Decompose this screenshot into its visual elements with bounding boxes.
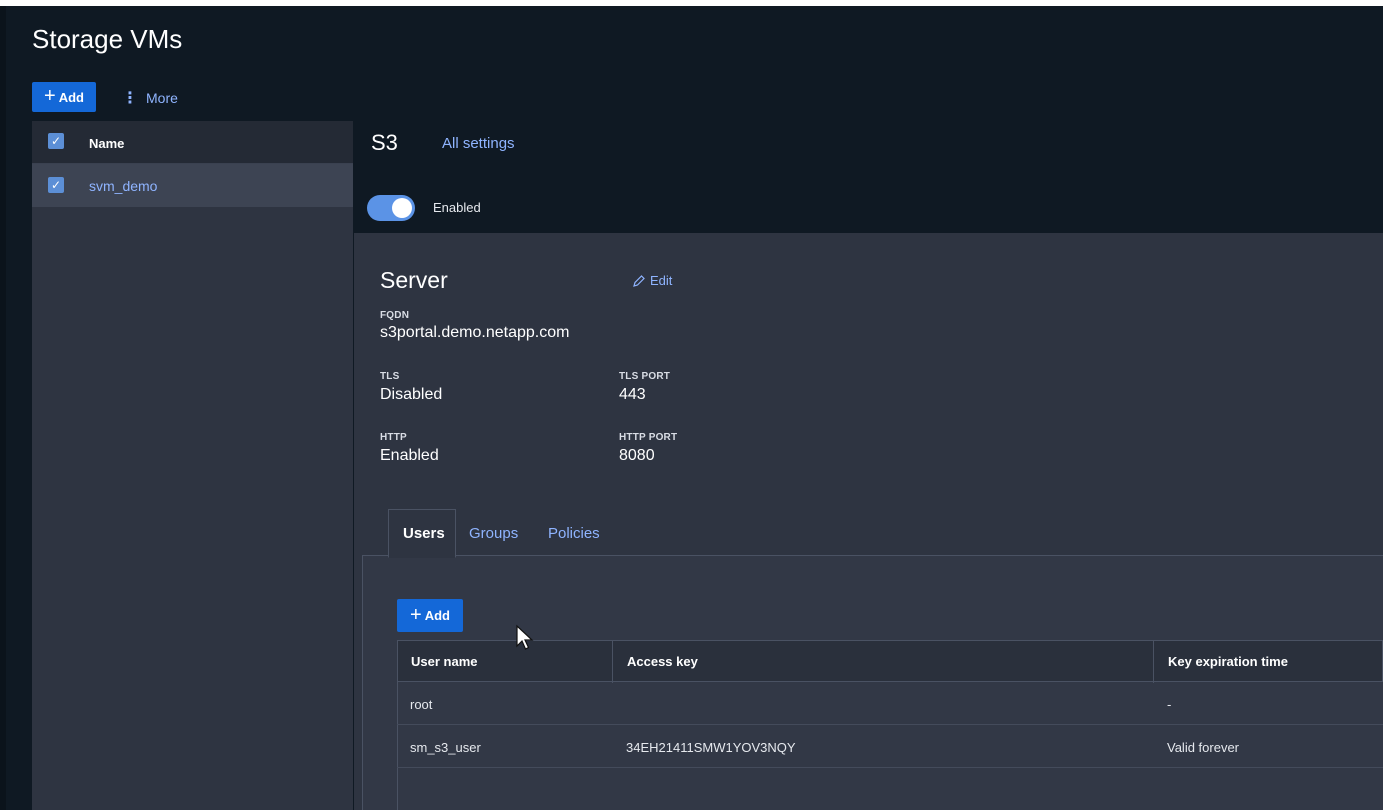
page-title: Storage VMs — [32, 24, 183, 54]
column-header-access-key[interactable]: Access key — [627, 654, 698, 669]
cell-user-name: sm_s3_user — [410, 740, 481, 755]
add-user-label: Add — [424, 608, 450, 623]
pencil-icon — [633, 274, 645, 287]
more-label: More — [146, 90, 178, 106]
more-vertical-icon: ⋮ — [122, 90, 138, 107]
cell-key-expiration: Valid forever — [1167, 740, 1240, 755]
table-header: User name Access key Key expiration time — [397, 640, 1383, 683]
table-row[interactable]: sm_s3_user 34EH21411SMW1YOV3NQY Valid fo… — [397, 725, 1383, 768]
edit-label: Edit — [650, 273, 673, 288]
list-item[interactable]: ✓ svm_demo — [32, 164, 353, 207]
http-label: HTTP — [380, 432, 407, 443]
server-title: Server — [380, 267, 448, 293]
tab-policies[interactable]: Policies — [548, 525, 600, 542]
row-checkbox[interactable]: ✓ — [48, 177, 64, 193]
http-port-value: 8080 — [619, 447, 655, 464]
column-header-user-name[interactable]: User name — [411, 654, 477, 669]
fqdn-label: FQDN — [380, 310, 410, 321]
column-divider — [1153, 641, 1154, 683]
svm-list-panel: ✓ Name ✓ svm_demo — [32, 121, 353, 810]
cell-user-name: root — [410, 697, 433, 712]
column-header-key-expiration[interactable]: Key expiration time — [1168, 654, 1288, 669]
column-divider — [612, 641, 613, 683]
s3-enabled-toggle[interactable] — [367, 195, 415, 221]
users-table: User name Access key Key expiration time… — [397, 640, 1383, 810]
list-header: ✓ Name — [32, 121, 353, 164]
select-all-checkbox[interactable]: ✓ — [48, 133, 64, 149]
add-label: Add — [58, 89, 84, 105]
fqdn-value: s3portal.demo.netapp.com — [380, 324, 570, 341]
more-button[interactable]: ⋮ More — [122, 88, 178, 108]
tabs-divider — [362, 555, 1383, 556]
tls-label: TLS — [380, 371, 400, 382]
cell-access-key: 34EH21411SMW1YOV3NQY — [626, 740, 796, 755]
add-user-button[interactable]: + Add — [397, 599, 463, 632]
top-border — [0, 0, 1383, 6]
plus-icon: + — [44, 85, 56, 107]
name-column-header[interactable]: Name — [89, 136, 124, 151]
mouse-pointer-icon — [516, 624, 534, 650]
section-title: S3 — [371, 130, 398, 155]
toggle-knob — [392, 198, 412, 218]
table-row[interactable]: root - — [397, 682, 1383, 725]
cell-key-expiration: - — [1167, 697, 1172, 712]
tls-value: Disabled — [380, 386, 443, 403]
left-edge — [0, 6, 6, 810]
add-storage-vm-button[interactable]: + Add — [32, 82, 96, 112]
http-port-label: HTTP PORT — [619, 432, 678, 443]
svm-name-link[interactable]: svm_demo — [89, 178, 157, 194]
tab-users[interactable]: Users — [403, 525, 445, 542]
tls-port-value: 443 — [619, 386, 646, 403]
plus-icon: + — [410, 603, 422, 626]
toggle-label: Enabled — [433, 200, 481, 215]
tab-groups[interactable]: Groups — [469, 525, 518, 542]
http-value: Enabled — [380, 447, 439, 464]
tls-port-label: TLS PORT — [619, 371, 671, 382]
all-settings-link[interactable]: All settings — [442, 135, 515, 152]
edit-server-button[interactable]: Edit — [632, 273, 672, 288]
